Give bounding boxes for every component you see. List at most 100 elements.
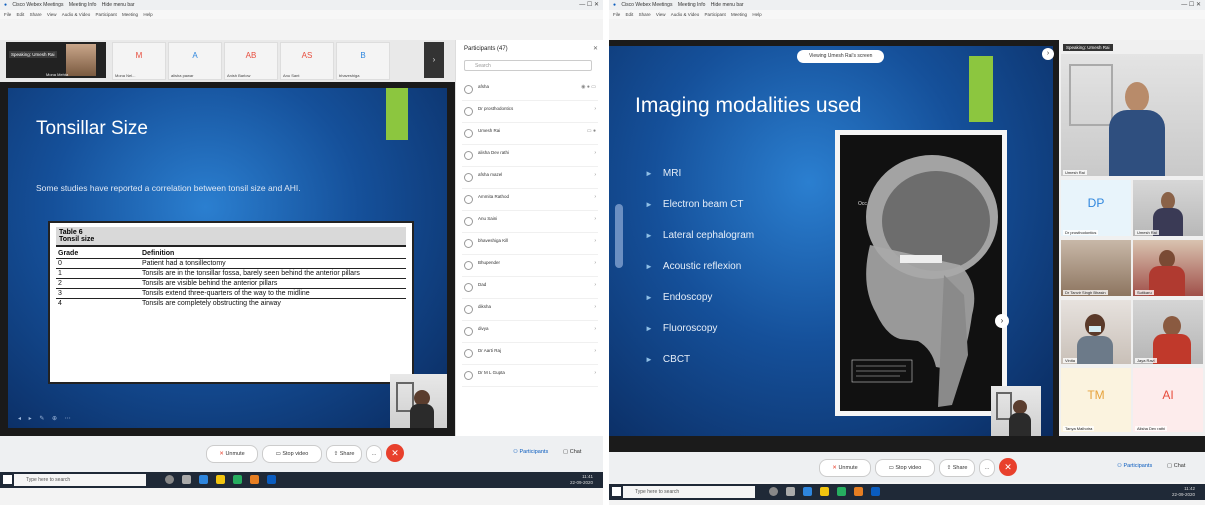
list-item[interactable]: bhaveshiga Kill › xyxy=(462,232,598,255)
webex-taskbar-icon[interactable] xyxy=(871,487,880,496)
share-button[interactable]: ⇪ Share xyxy=(939,459,975,477)
more-button[interactable]: ... xyxy=(979,459,995,477)
list-item[interactable]: Dr Aarti Raj › xyxy=(462,342,598,365)
menu-file[interactable]: File xyxy=(613,12,620,17)
firefox-icon[interactable] xyxy=(250,475,259,484)
tab-hide-menu[interactable]: Hide menu bar xyxy=(102,0,135,10)
video-tile[interactable]: Vinita xyxy=(1061,300,1131,364)
participants-button[interactable]: ⚇ Participants xyxy=(513,449,548,455)
webex-taskbar-icon[interactable] xyxy=(267,475,276,484)
firefox-icon[interactable] xyxy=(854,487,863,496)
mic-icon[interactable]: › xyxy=(594,304,596,310)
participant-thumbnail[interactable]: Bbhaveshiga xyxy=(336,42,390,80)
video-mic-icon[interactable]: ◉ ● ▭ xyxy=(581,84,596,90)
chrome-icon[interactable] xyxy=(233,475,242,484)
video-tile[interactable]: TM Tanya Malhotra xyxy=(1061,368,1131,432)
list-item[interactable]: Dr prosthodontics › xyxy=(462,100,598,123)
list-item[interactable]: Anu Saini › xyxy=(462,210,598,233)
mic-icon[interactable]: › xyxy=(594,260,596,266)
mic-icon[interactable]: › xyxy=(594,238,596,244)
next-page-arrow-icon[interactable]: › xyxy=(424,42,444,78)
mic-icon[interactable]: › xyxy=(594,216,596,222)
video-tile[interactable]: DP Dr prosthodontics xyxy=(1061,180,1131,236)
menu-meeting[interactable]: Meeting xyxy=(122,12,138,17)
menu-view[interactable]: View xyxy=(47,12,57,17)
share-button[interactable]: ⇪ Share xyxy=(326,445,362,463)
menu-audio-video[interactable]: Audio & Video xyxy=(671,12,699,17)
participant-thumbnail[interactable]: AB Anish Barlow xyxy=(224,42,278,80)
video-tile[interactable]: Sutikaru xyxy=(1133,240,1203,296)
menu-share[interactable]: Share xyxy=(639,12,651,17)
cortana-icon[interactable] xyxy=(165,475,174,484)
window-controls[interactable]: — ☐ ✕ xyxy=(1181,0,1201,10)
chrome-icon[interactable] xyxy=(837,487,846,496)
mic-icon[interactable]: › xyxy=(594,348,596,354)
edge-icon[interactable] xyxy=(199,475,208,484)
taskbar-search-input[interactable]: Type here to search xyxy=(14,474,146,486)
folder-icon[interactable] xyxy=(216,475,225,484)
video-tile[interactable]: Umesh Rai xyxy=(1133,180,1203,236)
mic-icon[interactable]: › xyxy=(594,172,596,178)
list-item[interactable]: Dad › xyxy=(462,276,598,299)
tab-meeting-info[interactable]: Meeting Info xyxy=(678,0,706,10)
chat-button[interactable]: ▢ Chat xyxy=(1167,463,1185,469)
tab-hide-menu[interactable]: Hide menu bar xyxy=(711,0,744,10)
list-item[interactable]: Bhupender › xyxy=(462,254,598,277)
close-icon[interactable]: ✕ xyxy=(593,45,598,52)
menu-share[interactable]: Share xyxy=(30,12,42,17)
share-banner[interactable]: Viewing Umesh Rai's screen xyxy=(797,50,885,63)
video-tile[interactable]: Dr Tanvir Singh Bhasin xyxy=(1061,240,1131,296)
mic-icon[interactable]: › xyxy=(594,370,596,376)
list-item[interactable]: afsha ◉ ● ▭ xyxy=(462,78,598,101)
menu-help[interactable]: Help xyxy=(143,12,152,17)
mic-icon[interactable]: › xyxy=(594,106,596,112)
taskbar-search-input[interactable]: Type here to search xyxy=(623,486,755,498)
tab-meeting-info[interactable]: Meeting Info xyxy=(69,0,97,10)
leave-meeting-button[interactable]: ✕ xyxy=(999,458,1017,476)
self-view-video[interactable] xyxy=(991,386,1041,436)
mic-icon[interactable]: › xyxy=(594,282,596,288)
participants-button[interactable]: ⚇ Participants xyxy=(1117,463,1152,469)
unmute-button[interactable]: ✕ Unmute xyxy=(819,459,871,477)
list-item[interactable]: Ammita Rathod › xyxy=(462,188,598,211)
list-item[interactable]: diksha › xyxy=(462,298,598,321)
menu-file[interactable]: File xyxy=(4,12,11,17)
participant-thumbnail[interactable]: Aalisha pawar xyxy=(168,42,222,80)
list-item[interactable]: divya › xyxy=(462,320,598,343)
menu-help[interactable]: Help xyxy=(752,12,761,17)
chat-button[interactable]: ▢ Chat xyxy=(563,449,581,455)
search-input[interactable]: Search xyxy=(464,60,592,71)
windows-start-icon[interactable] xyxy=(3,475,12,484)
video-tile[interactable]: Jaya Ravi xyxy=(1133,300,1203,364)
task-view-icon[interactable] xyxy=(786,487,795,496)
menu-participant[interactable]: Participant xyxy=(96,12,117,17)
more-button[interactable]: ... xyxy=(366,445,382,463)
menu-participant[interactable]: Participant xyxy=(705,12,726,17)
task-view-icon[interactable] xyxy=(182,475,191,484)
leave-meeting-button[interactable]: ✕ xyxy=(386,444,404,462)
stop-video-button[interactable]: ▭ Stop video xyxy=(875,459,935,477)
list-item[interactable]: Dr M L Gupta › xyxy=(462,364,598,387)
menu-edit[interactable]: Edit xyxy=(626,12,634,17)
list-item[interactable]: Umesh Rai ▭ ● xyxy=(462,122,598,145)
slide-side-scroller[interactable] xyxy=(615,204,623,268)
list-item[interactable]: afsha mazel › xyxy=(462,166,598,189)
folder-icon[interactable] xyxy=(820,487,829,496)
video-tile[interactable]: Umesh Rai xyxy=(1061,54,1203,176)
menu-meeting[interactable]: Meeting xyxy=(731,12,747,17)
collapse-panel-icon[interactable]: › xyxy=(1042,48,1054,60)
mic-icon[interactable]: › xyxy=(594,150,596,156)
mic-icon[interactable]: ▭ ● xyxy=(587,128,596,134)
menu-view[interactable]: View xyxy=(656,12,666,17)
windows-start-icon[interactable] xyxy=(612,487,621,496)
self-view-video[interactable] xyxy=(390,374,447,428)
mic-icon[interactable]: › xyxy=(594,326,596,332)
window-controls[interactable]: — ☐ ✕ xyxy=(579,0,599,10)
video-tile[interactable]: AI Alisha Dev rathi xyxy=(1133,368,1203,432)
edge-icon[interactable] xyxy=(803,487,812,496)
next-slide-arrow-icon[interactable]: › xyxy=(995,314,1009,328)
participant-thumbnail[interactable]: M Mona Nel... xyxy=(112,42,166,80)
cortana-icon[interactable] xyxy=(769,487,778,496)
slide-toolbar-icons[interactable]: ◂ ▸ ✎ ⊕ ⋯ xyxy=(18,415,74,422)
mic-icon[interactable]: › xyxy=(594,194,596,200)
